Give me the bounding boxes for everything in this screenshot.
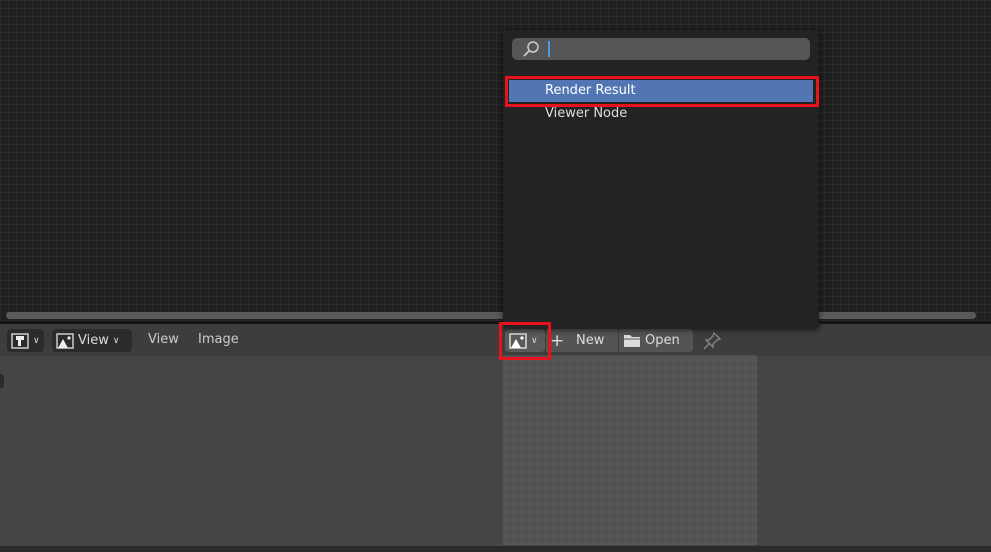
menu-view[interactable]: View — [148, 332, 179, 347]
image-editor-header: ∨ View ∨ View Image ∨ + New Open — [0, 324, 991, 356]
text-caret — [548, 41, 550, 57]
image-browse-popup: Render Result Viewer Node — [503, 30, 819, 328]
new-image-button[interactable]: + New — [546, 329, 618, 352]
highlight-browse-button — [499, 322, 551, 360]
plus-icon: + — [550, 330, 565, 351]
new-label: New — [576, 333, 605, 348]
image-canvas[interactable] — [502, 355, 757, 545]
search-icon — [523, 41, 539, 57]
chevron-down-icon: ∨ — [33, 335, 40, 346]
horizontal-scrollbar[interactable] — [6, 312, 976, 319]
open-image-button[interactable]: Open — [619, 329, 693, 352]
editor-type-button[interactable]: ∨ — [7, 329, 44, 352]
menu-image[interactable]: Image — [198, 332, 239, 347]
view-mode-label: View — [78, 333, 109, 348]
pin-icon[interactable] — [702, 331, 722, 351]
image-editor-area[interactable] — [0, 356, 991, 546]
folder-icon — [624, 335, 640, 347]
highlight-render-result — [505, 76, 819, 107]
open-label: Open — [645, 333, 680, 348]
status-bar — [0, 546, 991, 552]
sidebar-toggle[interactable] — [0, 374, 4, 388]
image-editor-icon — [11, 332, 29, 349]
node-editor-grid[interactable] — [0, 0, 991, 322]
chevron-down-icon: ∨ — [112, 335, 120, 346]
image-icon — [56, 332, 74, 349]
search-input[interactable] — [512, 38, 810, 60]
view-mode-dropdown[interactable]: View ∨ — [52, 329, 132, 352]
